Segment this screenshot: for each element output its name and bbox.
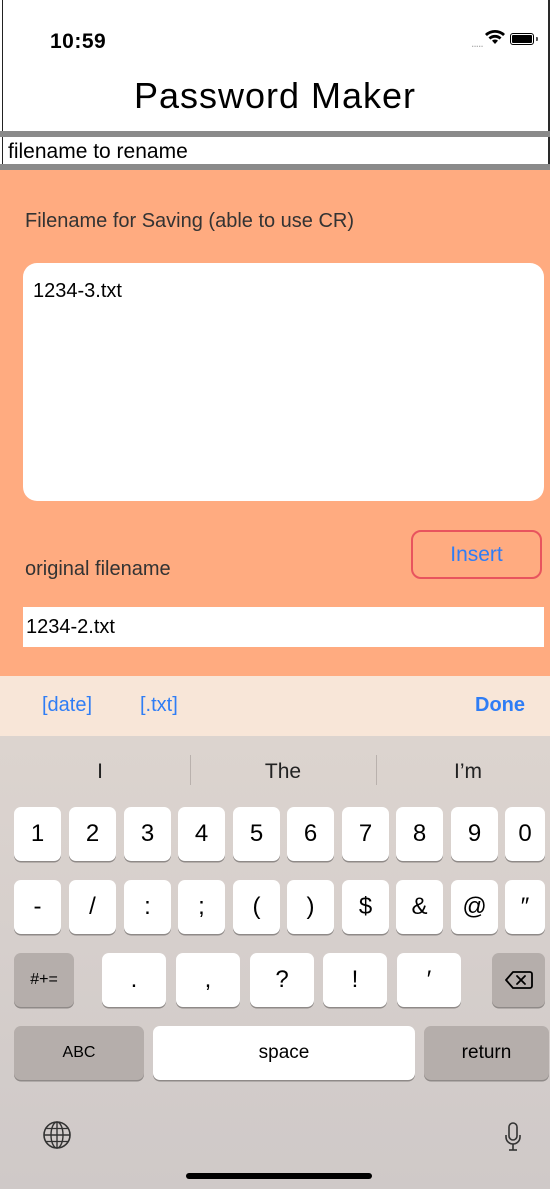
key-5[interactable]: 5	[233, 807, 280, 861]
suggestion-2[interactable]: The	[208, 760, 358, 784]
key-question[interactable]: ?	[250, 953, 314, 1007]
key-6[interactable]: 6	[287, 807, 334, 861]
abc-key[interactable]: ABC	[14, 1026, 144, 1080]
key-period[interactable]: .	[102, 953, 166, 1007]
key-semicolon[interactable]: ;	[178, 880, 225, 934]
wifi-icon	[485, 30, 505, 44]
microphone-icon[interactable]	[504, 1121, 522, 1153]
globe-icon[interactable]	[42, 1120, 72, 1150]
save-filename-label: Filename for Saving (able to use CR)	[25, 210, 355, 232]
home-indicator[interactable]	[186, 1173, 372, 1179]
suggestion-1[interactable]: I	[25, 760, 175, 784]
key-dollar[interactable]: $	[342, 880, 389, 934]
signal-icon: .....	[471, 36, 484, 50]
key-ampersand[interactable]: &	[396, 880, 443, 934]
key-hyphen[interactable]: -	[14, 880, 61, 934]
key-comma[interactable]: ,	[176, 953, 240, 1007]
status-bar: 10:59 .....	[0, 0, 550, 70]
page-title: Password Maker	[133, 75, 417, 116]
app-screen: 10:59 ..... Password Maker filename to r…	[0, 0, 550, 1189]
key-1[interactable]: 1	[14, 807, 61, 861]
key-open-paren[interactable]: (	[233, 880, 280, 934]
return-key[interactable]: return	[424, 1026, 549, 1080]
insert-button[interactable]: Insert	[411, 530, 542, 579]
suggestion-divider	[376, 755, 377, 785]
key-exclamation[interactable]: !	[323, 953, 387, 1007]
key-quote[interactable]: ″	[505, 880, 545, 934]
key-at[interactable]: @	[451, 880, 498, 934]
suggestion-divider	[190, 755, 191, 785]
key-3[interactable]: 3	[124, 807, 171, 861]
suggestion-3[interactable]: I’m	[393, 760, 543, 784]
divider-top	[0, 131, 550, 137]
status-time: 10:59	[50, 30, 107, 53]
done-button[interactable]: Done	[475, 694, 525, 717]
symbols-key[interactable]: #+=	[14, 953, 74, 1007]
key-8[interactable]: 8	[396, 807, 443, 861]
txt-button[interactable]: [.txt]	[140, 694, 178, 717]
original-filename-label: original filename	[25, 558, 171, 580]
battery-icon	[510, 33, 538, 45]
key-2[interactable]: 2	[69, 807, 116, 861]
original-filename-field[interactable]: 1234-2.txt	[23, 607, 544, 647]
rename-input[interactable]: filename to rename	[8, 140, 548, 164]
key-4[interactable]: 4	[178, 807, 225, 861]
backspace-key[interactable]	[492, 953, 545, 1007]
key-colon[interactable]: :	[124, 880, 171, 934]
key-slash[interactable]: /	[69, 880, 116, 934]
save-filename-value[interactable]: 1234-3.txt	[33, 280, 122, 303]
date-button[interactable]: [date]	[42, 694, 92, 717]
key-apostrophe[interactable]: ′	[397, 953, 461, 1007]
space-key[interactable]: space	[153, 1026, 415, 1080]
key-7[interactable]: 7	[342, 807, 389, 861]
key-9[interactable]: 9	[451, 807, 498, 861]
key-close-paren[interactable]: )	[287, 880, 334, 934]
backspace-icon	[504, 971, 533, 989]
key-0[interactable]: 0	[505, 807, 545, 861]
